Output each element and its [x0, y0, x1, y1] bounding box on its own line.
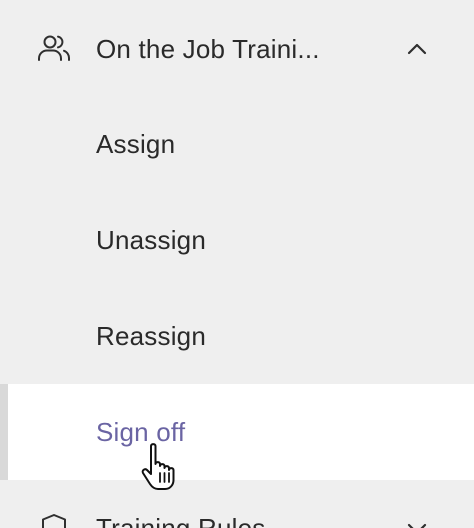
- chevron-up-icon[interactable]: [404, 36, 430, 62]
- sidebar-item-unassign[interactable]: Unassign: [0, 192, 474, 288]
- sidebar-item-label: Unassign: [96, 225, 206, 255]
- sidebar-section-training-rules[interactable]: Training Rules: [0, 480, 474, 528]
- sidebar-section-label: Training Rules: [96, 513, 266, 528]
- sidebar-item-label: Assign: [96, 129, 176, 159]
- sidebar-section-on-the-job-training[interactable]: On the Job Traini...: [0, 0, 474, 96]
- active-indicator: [0, 384, 8, 480]
- sidebar-item-label: Reassign: [96, 321, 206, 351]
- chevron-down-icon[interactable]: [404, 516, 430, 528]
- sidebar-item-sign-off[interactable]: Sign off: [0, 384, 474, 480]
- sidebar-item-reassign[interactable]: Reassign: [0, 288, 474, 384]
- sidebar-item-assign[interactable]: Assign: [0, 96, 474, 192]
- shield-icon: [42, 514, 66, 528]
- users-icon: [38, 35, 70, 61]
- sidebar-section-label: On the Job Traini...: [96, 34, 320, 64]
- sidebar-item-label: Sign off: [96, 417, 186, 447]
